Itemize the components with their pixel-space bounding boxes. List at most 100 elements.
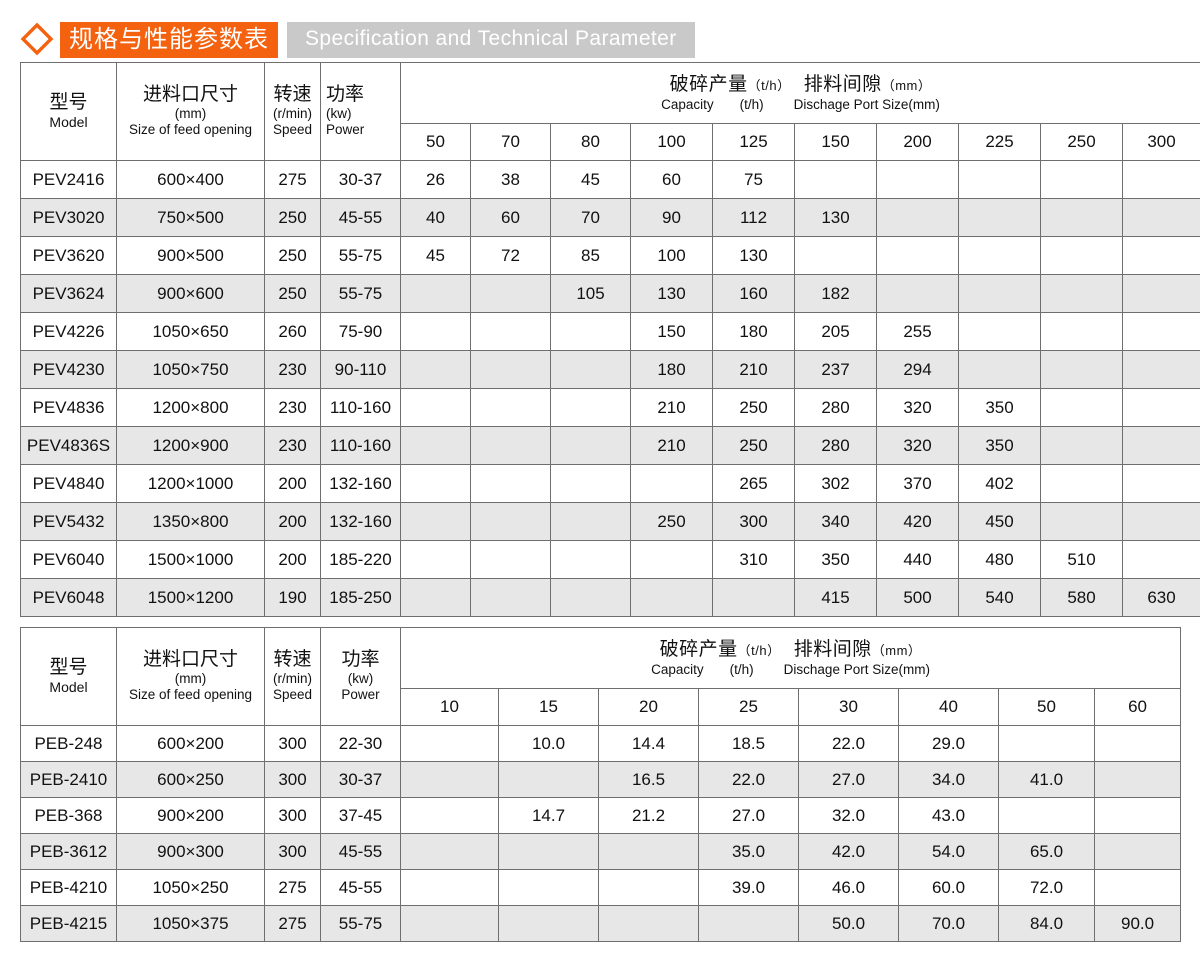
spec-table-peb-body: PEB-248 600×200 300 22-30 10.0 14.4 18.5 22.0 29…	[20, 725, 1182, 942]
cell-speed: 275	[264, 160, 321, 199]
cell-capacity	[550, 312, 631, 351]
cell-capacity	[698, 905, 799, 942]
title-chinese: 规格与性能参数表	[60, 22, 278, 58]
cell-capacity: 320	[876, 426, 959, 465]
cell-capacity	[1040, 160, 1123, 199]
cell-capacity: 130	[794, 198, 877, 237]
cell-capacity	[550, 464, 631, 503]
cell-capacity: 160	[712, 274, 795, 313]
header-model-cn: 型号	[49, 656, 88, 679]
cell-speed: 300	[264, 725, 321, 762]
cell-capacity	[400, 350, 471, 389]
cell-capacity	[550, 426, 631, 465]
table-row: PEV6048 1500×1200 190 185-250 415 500 540 580 63…	[20, 578, 1200, 617]
cell-power: 45-55	[320, 198, 401, 237]
cell-capacity	[400, 905, 499, 942]
cell-capacity: 180	[630, 350, 713, 389]
header-power: 功率 (kw) Power	[320, 62, 401, 161]
cell-capacity: 350	[958, 388, 1041, 427]
header-feed-en: Size of feed opening	[128, 687, 253, 703]
header-capacity-en-unit: (t/h)	[729, 661, 754, 677]
cell-capacity	[550, 350, 631, 389]
cell-capacity: 45	[550, 160, 631, 199]
cell-capacity	[400, 833, 499, 870]
cell-capacity: 630	[1122, 578, 1200, 617]
cell-capacity: 60	[470, 198, 551, 237]
cell-capacity: 34.0	[898, 761, 999, 798]
gap-header-cell: 40	[898, 688, 999, 726]
cell-speed: 250	[264, 236, 321, 275]
cell-capacity	[1122, 426, 1200, 465]
cell-capacity	[400, 464, 471, 503]
table-row: PEV4840 1200×1000 200 132-160 265 302 370 402	[20, 464, 1200, 503]
cell-capacity: 265	[712, 464, 795, 503]
cell-capacity	[958, 160, 1041, 199]
cell-power: 132-160	[320, 464, 401, 503]
header-capacity-discharge: 破碎产量（t/h） 排料间隙（mm） Capacity (t/h) Dischage…	[400, 62, 1200, 124]
cell-capacity	[470, 540, 551, 579]
cell-capacity: 130	[712, 236, 795, 275]
cell-feed-opening: 1050×750	[116, 350, 265, 389]
cell-capacity: 294	[876, 350, 959, 389]
header-speed: 转速 (r/min) Speed	[264, 62, 321, 161]
cell-feed-opening: 1500×1000	[116, 540, 265, 579]
table-row: PEV3624 900×600 250 55-75 105 130 160 182	[20, 274, 1200, 313]
cell-capacity: 450	[958, 502, 1041, 541]
cell-feed-opening: 1350×800	[116, 502, 265, 541]
cell-capacity: 40	[400, 198, 471, 237]
cell-power: 30-37	[320, 160, 401, 199]
cell-speed: 190	[264, 578, 321, 617]
table-row: PEV4230 1050×750 230 90-110 180 210 237 294	[20, 350, 1200, 389]
cell-capacity: 75	[712, 160, 795, 199]
cell-capacity: 26	[400, 160, 471, 199]
cell-capacity	[1122, 198, 1200, 237]
cell-capacity: 130	[630, 274, 713, 313]
cell-capacity	[400, 797, 499, 834]
table-row: PEB-248 600×200 300 22-30 10.0 14.4 18.5 22.0 29…	[20, 725, 1182, 762]
page-root: 规格与性能参数表 Specification and Technical Par…	[0, 0, 1200, 958]
cell-model: PEB-3612	[20, 833, 117, 870]
header-speed-cn: 转速	[273, 648, 312, 671]
cell-capacity	[1040, 274, 1123, 313]
cell-capacity	[1093, 797, 1182, 834]
cell-speed: 200	[264, 464, 321, 503]
cell-power: 75-90	[320, 312, 401, 351]
gap-header-cell: 250	[1040, 123, 1123, 161]
header-capacity-en-unit: (t/h)	[739, 96, 764, 112]
cell-capacity: 250	[712, 426, 795, 465]
cell-capacity: 70	[550, 198, 631, 237]
cell-capacity: 302	[794, 464, 877, 503]
cell-capacity	[400, 388, 471, 427]
header-speed-en: Speed	[272, 122, 313, 138]
cell-capacity: 237	[794, 350, 877, 389]
cell-capacity: 22.0	[798, 725, 899, 762]
cell-capacity	[630, 464, 713, 503]
cell-capacity: 50.0	[798, 905, 899, 942]
cell-capacity	[1093, 869, 1182, 906]
cell-capacity: 16.5	[598, 761, 699, 798]
header-speed-cn: 转速	[273, 83, 312, 106]
cell-capacity: 440	[876, 540, 959, 579]
cell-capacity	[1040, 464, 1123, 503]
cell-capacity: 43.0	[898, 797, 999, 834]
cell-capacity	[876, 198, 959, 237]
spec-table-pev-body: PEV2416 600×400 275 30-37 26 38 45 60 75 PEV3020 7…	[20, 160, 1200, 617]
cell-capacity: 90	[630, 198, 713, 237]
cell-capacity: 84.0	[998, 905, 1095, 942]
cell-capacity	[1040, 236, 1123, 275]
cell-power: 185-220	[320, 540, 401, 579]
header-capacity-cn-unit: （t/h）	[747, 77, 791, 93]
cell-capacity: 320	[876, 388, 959, 427]
gap-header-cell: 60	[1093, 688, 1182, 726]
gap-header-cell: 150	[794, 123, 877, 161]
cell-capacity	[400, 312, 471, 351]
table-row: PEV4226 1050×650 260 75-90 150 180 205 255	[20, 312, 1200, 351]
cell-capacity	[958, 274, 1041, 313]
cell-capacity: 310	[712, 540, 795, 579]
cell-capacity: 72	[470, 236, 551, 275]
cell-speed: 260	[264, 312, 321, 351]
cell-capacity	[876, 236, 959, 275]
table-header-row-primary: 型号 Model 进料口尺寸 (mm) Size of feed opening…	[20, 62, 1200, 161]
cell-capacity: 300	[712, 502, 795, 541]
cell-model: PEV4836	[20, 388, 117, 427]
